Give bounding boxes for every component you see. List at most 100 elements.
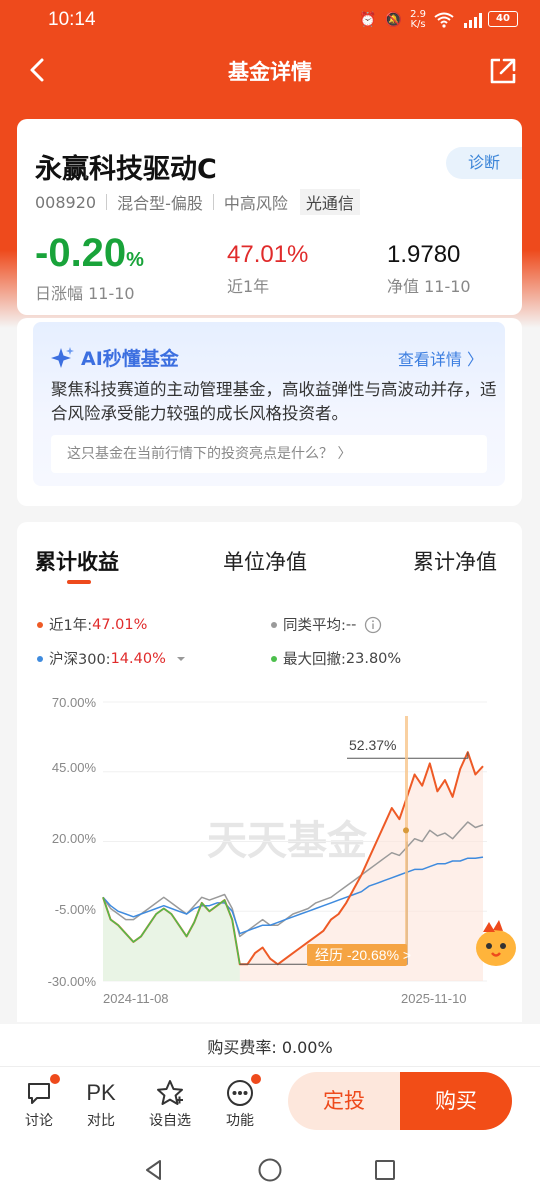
ai-description: 聚焦科技赛道的主动管理基金，高收益弹性与高波动并存，适合风险承受能力较强的成长风… bbox=[51, 380, 497, 423]
legend-fund-label: 近1年: bbox=[49, 618, 93, 634]
peak-label: 52.37% bbox=[349, 737, 396, 753]
legend-dot bbox=[37, 621, 43, 628]
legend-drawdown-value: 23.80% bbox=[345, 650, 402, 667]
legend-dot bbox=[37, 655, 43, 662]
sip-button[interactable]: 定投 bbox=[288, 1072, 400, 1130]
drawdown-area bbox=[103, 897, 240, 981]
highlight-dot bbox=[403, 827, 409, 834]
y-tick-label: 20.00% bbox=[52, 831, 97, 846]
tool-label: 对比 bbox=[87, 1113, 115, 1129]
alarm-icon: ⏰ bbox=[359, 12, 377, 28]
year-return-value: 47.01% bbox=[227, 241, 309, 268]
y-tick-label: 70.00% bbox=[52, 695, 97, 710]
highlight-bar bbox=[405, 716, 408, 956]
tool-discuss[interactable]: 讨论 bbox=[14, 1074, 64, 1130]
bottom-action-bar: 购买费率: 0.00% 讨论 PK 对比 设自选 功能 定投 购买 bbox=[0, 1024, 540, 1140]
share-icon[interactable] bbox=[488, 56, 518, 86]
dropdown-icon[interactable] bbox=[174, 654, 188, 664]
tool-more[interactable]: 功能 bbox=[215, 1074, 265, 1130]
fund-code: 008920 bbox=[35, 192, 97, 212]
diagnose-button[interactable]: 诊断 bbox=[446, 147, 522, 179]
legend-fund: 近1年: 47.01% bbox=[37, 614, 147, 635]
legend-drawdown: 最大回撤: 23.80% bbox=[271, 648, 401, 669]
nav-value: 1.9780 bbox=[387, 241, 461, 268]
nav-bar: 基金详情 bbox=[0, 46, 540, 98]
tab-cumulative-nav[interactable]: 累计净值 bbox=[413, 546, 497, 576]
ai-more-link[interactable]: 查看详情 〉 bbox=[398, 346, 483, 370]
daily-change-value: -0.20 bbox=[35, 231, 127, 275]
year-return-label: 近1年 bbox=[227, 277, 270, 296]
status-icons: ⏰ 🔕 2.9 K/s bbox=[359, 10, 484, 30]
info-icon[interactable] bbox=[364, 616, 382, 634]
tab-cumulative-return[interactable]: 累计收益 bbox=[35, 546, 119, 576]
net-speed: 2.9 K/s bbox=[410, 9, 426, 30]
notification-badge bbox=[50, 1074, 60, 1084]
legend-dot bbox=[271, 621, 277, 628]
daily-change-metric: -0.20% 日涨幅 11-10 bbox=[35, 231, 144, 304]
tool-label: 功能 bbox=[226, 1113, 254, 1129]
legend-index-label: 沪深300: bbox=[49, 652, 111, 668]
page-title: 基金详情 bbox=[228, 60, 312, 84]
purchase-fee: 购买费率: 0.00% bbox=[207, 1038, 333, 1057]
active-tab-indicator bbox=[67, 580, 91, 584]
ai-title: AI秒懂基金 bbox=[51, 344, 179, 371]
home-circle-icon[interactable] bbox=[257, 1157, 283, 1183]
y-tick-label: 45.00% bbox=[52, 760, 97, 775]
buy-button[interactable]: 购买 bbox=[400, 1072, 512, 1130]
tool-compare[interactable]: PK 对比 bbox=[76, 1076, 126, 1130]
legend-peer: 同类平均: -- bbox=[271, 614, 382, 635]
chat-icon bbox=[28, 1083, 50, 1104]
chart-card: 累计收益 单位净值 累计净值 近1年: 47.01% 同类平均: -- 沪深30… bbox=[17, 522, 522, 1022]
ai-panel: AI秒懂基金 查看详情 〉 聚焦科技赛道的主动管理基金，高收益弹性与高波动并存，… bbox=[33, 322, 505, 486]
ai-suggested-question[interactable]: 这只基金在当前行情下的投资亮点是什么？ 〉 bbox=[51, 435, 487, 473]
tool-label: 设自选 bbox=[149, 1113, 191, 1129]
system-nav-bar bbox=[0, 1140, 540, 1200]
sparkle-icon bbox=[51, 346, 74, 368]
y-tick-label: -30.00% bbox=[48, 974, 97, 989]
daily-change-unit: % bbox=[126, 249, 144, 271]
fund-risk: 中高风险 bbox=[223, 194, 288, 213]
tool-label: 讨论 bbox=[25, 1113, 53, 1129]
divider bbox=[0, 1066, 540, 1067]
fund-name: 永赢科技驱动C bbox=[35, 154, 217, 185]
pk-icon: PK bbox=[86, 1080, 116, 1105]
signal-icon bbox=[464, 13, 482, 28]
tab-unit-nav[interactable]: 单位净值 bbox=[223, 546, 307, 576]
y-tick-label: -5.00% bbox=[55, 902, 97, 917]
mute-icon: 🔕 bbox=[384, 12, 403, 28]
legend-peer-label: 同类平均: bbox=[283, 618, 346, 634]
more-icon bbox=[227, 1080, 253, 1106]
back-triangle-icon[interactable] bbox=[142, 1158, 166, 1182]
status-time: 10:14 bbox=[48, 9, 96, 30]
nav-metric: 1.9780 净值 11-10 bbox=[387, 241, 471, 297]
mascot-icon[interactable] bbox=[469, 918, 523, 972]
legend-peer-value: -- bbox=[345, 616, 357, 633]
drawdown-flag-text: 经历 -20.68% > bbox=[315, 947, 411, 963]
wifi-icon bbox=[434, 12, 454, 28]
nav-label: 净值 11-10 bbox=[387, 277, 471, 296]
divider bbox=[106, 194, 108, 210]
theme-tag[interactable]: 光通信 bbox=[299, 189, 360, 215]
x-tick-label-start: 2024-11-08 bbox=[103, 991, 169, 1006]
fund-summary-card: 永赢科技驱动C 诊断 008920 混合型-偏股 中高风险 光通信 -0.20%… bbox=[17, 119, 522, 315]
legend-index[interactable]: 沪深300: 14.40% bbox=[37, 648, 188, 669]
ai-summary-card: AI秒懂基金 查看详情 〉 聚焦科技赛道的主动管理基金，高收益弹性与高波动并存，… bbox=[17, 318, 522, 506]
status-bar: 10:14 ⏰ 🔕 2.9 K/s 40 bbox=[0, 0, 540, 40]
legend-drawdown-label: 最大回撤: bbox=[283, 652, 346, 668]
ai-title-text: AI秒懂基金 bbox=[81, 348, 179, 370]
return-chart[interactable]: 70.00% 45.00% 20.00% -5.00% -30.00% 天天基金… bbox=[17, 692, 522, 1022]
chart-tabs: 累计收益 单位净值 累计净值 bbox=[17, 546, 522, 586]
divider bbox=[212, 194, 214, 210]
legend-fund-value: 47.01% bbox=[92, 616, 148, 633]
year-return-metric: 47.01% 近1年 bbox=[227, 241, 308, 297]
daily-change-label: 日涨幅 11-10 bbox=[35, 284, 135, 303]
legend-dot bbox=[271, 655, 277, 662]
fund-type: 混合型-偏股 bbox=[117, 194, 203, 213]
notification-badge bbox=[251, 1074, 261, 1084]
battery-icon: 40 bbox=[488, 11, 518, 27]
fund-tags: 008920 混合型-偏股 中高风险 光通信 bbox=[35, 189, 360, 215]
tool-watchlist[interactable]: 设自选 bbox=[145, 1076, 195, 1130]
x-tick-label-end: 2025-11-10 bbox=[401, 991, 467, 1006]
star-add-icon bbox=[157, 1080, 183, 1105]
recents-square-icon[interactable] bbox=[373, 1158, 397, 1182]
